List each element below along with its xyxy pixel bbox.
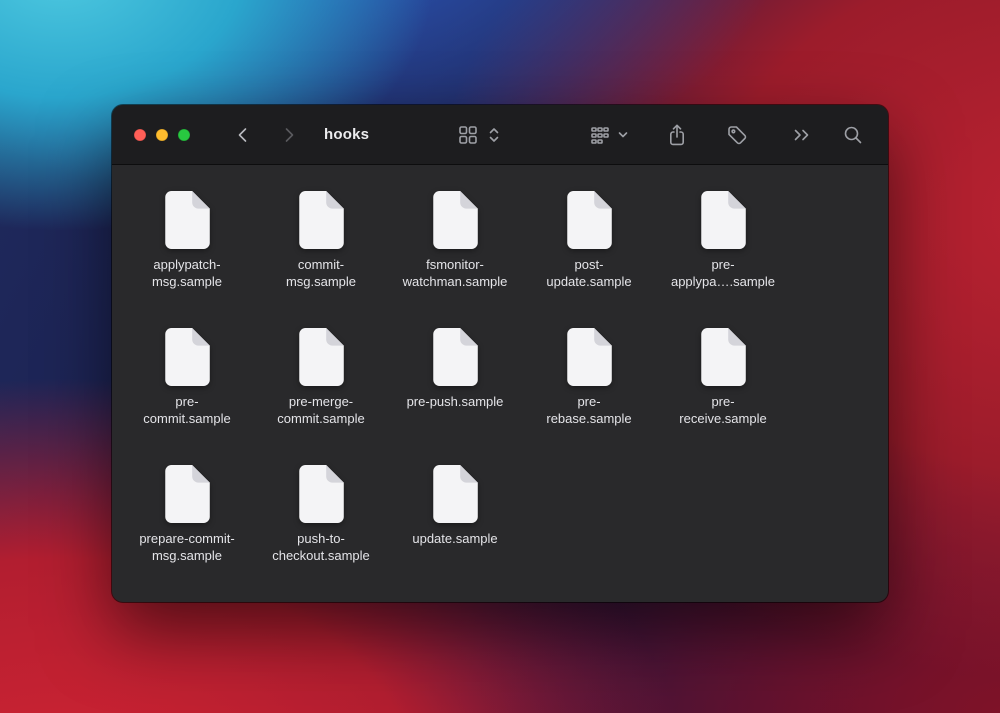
file-grid: applypatch-msg.sample commit-msg.sample …	[120, 191, 888, 602]
back-button[interactable]	[232, 123, 254, 147]
forward-button[interactable]	[278, 123, 300, 147]
file-label: prepare-commit-msg.sample	[139, 530, 234, 564]
more-toolbar-items-button[interactable]	[790, 124, 814, 146]
file-label: pre-applypa….sample	[671, 256, 775, 290]
document-icon	[298, 465, 344, 523]
file-item[interactable]: pre-push.sample	[388, 328, 522, 465]
icon-view-button[interactable]	[456, 123, 480, 147]
file-item[interactable]: pre-receive.sample	[656, 328, 790, 465]
grid-view-icon	[458, 125, 478, 145]
document-icon	[432, 191, 478, 249]
tag-button[interactable]	[724, 122, 750, 148]
tag-icon	[726, 124, 748, 146]
file-label: pre-receive.sample	[679, 393, 766, 427]
share-button[interactable]	[664, 121, 690, 149]
window-titlebar[interactable]: hooks	[112, 105, 888, 165]
document-icon	[566, 328, 612, 386]
file-label: commit-msg.sample	[286, 256, 356, 290]
view-stepper-button[interactable]	[486, 124, 502, 146]
group-by-icon	[591, 126, 611, 144]
document-icon	[432, 328, 478, 386]
file-item[interactable]: fsmonitor-watchman.sample	[388, 191, 522, 328]
search-button[interactable]	[840, 122, 866, 148]
file-label: pre-rebase.sample	[546, 393, 631, 427]
file-item[interactable]: commit-msg.sample	[254, 191, 388, 328]
up-down-chevrons-icon	[488, 126, 500, 144]
document-icon	[700, 328, 746, 386]
search-icon	[842, 124, 864, 146]
file-label: pre-merge-commit.sample	[277, 393, 364, 427]
document-icon	[432, 465, 478, 523]
minimize-button[interactable]	[156, 129, 168, 141]
file-label: fsmonitor-watchman.sample	[403, 256, 508, 290]
double-chevron-right-icon	[792, 126, 812, 144]
file-label: update.sample	[412, 530, 497, 547]
close-button[interactable]	[134, 129, 146, 141]
file-item[interactable]: pre-merge-commit.sample	[254, 328, 388, 465]
file-label: pre-commit.sample	[143, 393, 230, 427]
file-label: pre-push.sample	[407, 393, 504, 410]
file-label: push-to-checkout.sample	[272, 530, 370, 564]
file-item[interactable]: push-to-checkout.sample	[254, 465, 388, 602]
file-item[interactable]: pre-commit.sample	[120, 328, 254, 465]
chevron-left-icon	[240, 129, 246, 141]
document-icon	[700, 191, 746, 249]
finder-content: applypatch-msg.sample commit-msg.sample …	[112, 165, 888, 602]
document-icon	[164, 328, 210, 386]
file-item[interactable]: applypatch-msg.sample	[120, 191, 254, 328]
file-item[interactable]: pre-rebase.sample	[522, 328, 656, 465]
document-icon	[164, 465, 210, 523]
document-icon	[164, 191, 210, 249]
document-icon	[566, 191, 612, 249]
document-icon	[298, 191, 344, 249]
file-item[interactable]: update.sample	[388, 465, 522, 602]
file-item[interactable]: pre-applypa….sample	[656, 191, 790, 328]
file-label: post-update.sample	[546, 256, 631, 290]
share-icon	[666, 123, 688, 147]
file-item[interactable]: prepare-commit-msg.sample	[120, 465, 254, 602]
group-by-button[interactable]	[589, 124, 630, 146]
window-title: hooks	[324, 126, 369, 143]
zoom-button[interactable]	[178, 129, 190, 141]
chevron-right-icon	[287, 129, 293, 141]
file-item[interactable]: post-update.sample	[522, 191, 656, 328]
chevron-down-icon	[618, 131, 628, 139]
document-icon	[298, 328, 344, 386]
file-label: applypatch-msg.sample	[152, 256, 222, 290]
finder-window: hooks	[112, 105, 888, 602]
traffic-lights	[134, 129, 190, 141]
